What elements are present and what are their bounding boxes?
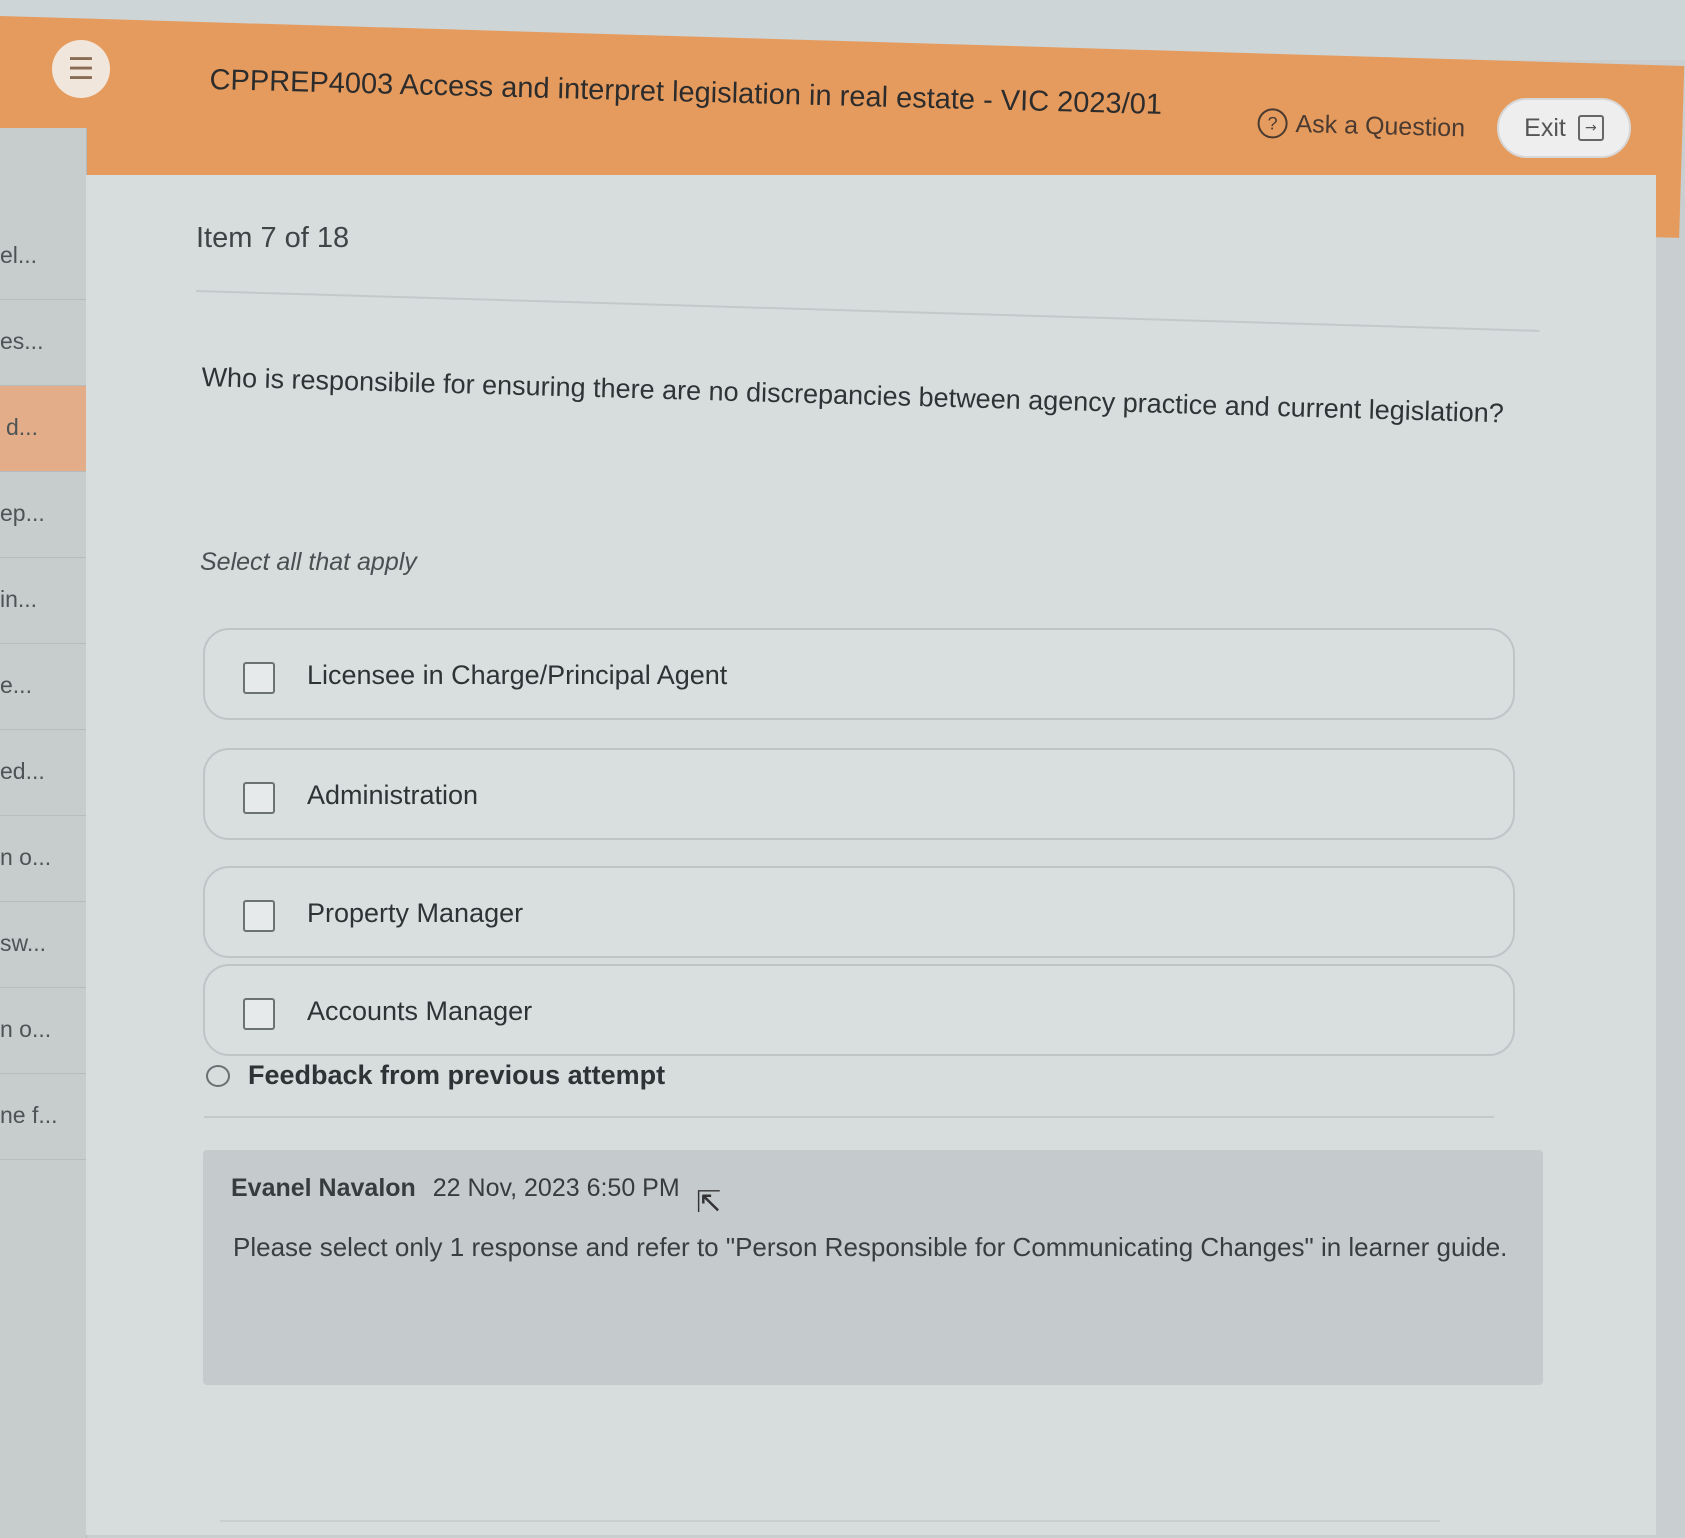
sidebar-item-11[interactable]: ne f... [0, 1074, 86, 1160]
sidebar-item-label: d... [6, 414, 38, 440]
sidebar-item-label: sw... [0, 930, 47, 956]
sidebar-item-label: n o... [0, 844, 52, 870]
checkbox[interactable] [243, 900, 275, 932]
instruction-text: Select all that apply [200, 548, 417, 576]
item-counter: Item 7 of 18 [196, 222, 350, 254]
option-label: Licensee in Charge/Principal Agent [307, 660, 728, 690]
feedback-meta: Evanel Navalon 22 Nov, 2023 6:50 PM [231, 1174, 680, 1203]
sidebar-item-label: el... [0, 242, 38, 268]
checkbox[interactable] [243, 662, 275, 694]
bottom-divider [220, 1520, 1440, 1522]
mouse-cursor-icon: ⇱ [696, 1185, 722, 1220]
answer-option[interactable]: Accounts Manager [203, 964, 1515, 1056]
answer-option[interactable]: Administration [203, 748, 1515, 840]
feedback-author: Evanel Navalon [231, 1174, 416, 1202]
sidebar-item-3-active[interactable]: d... [0, 386, 86, 472]
sidebar-item-label: n o... [0, 1016, 52, 1042]
ask-question-label: Ask a Question [1295, 109, 1466, 142]
sidebar-item-10[interactable]: n o... [0, 988, 86, 1074]
sidebar-item-label: e... [0, 672, 32, 698]
feedback-divider [204, 1116, 1494, 1118]
checkbox[interactable] [243, 782, 275, 814]
sidebar-item-8[interactable]: n o... [0, 816, 86, 902]
sidebar-item-label: ed... [0, 758, 45, 784]
hamburger-menu-icon: ☰ [67, 51, 95, 87]
sidebar-item-label: ne f... [0, 1102, 58, 1128]
option-label: Administration [307, 780, 479, 810]
sidebar-item-4[interactable]: ep... [0, 472, 86, 558]
exit-button[interactable]: Exit → [1497, 98, 1631, 158]
checkbox[interactable] [243, 998, 275, 1030]
sidebar-item-2[interactable]: es... [0, 300, 86, 386]
hamburger-menu-button[interactable]: ☰ [52, 40, 110, 98]
option-label: Property Manager [307, 898, 524, 928]
feedback-toggle-label: Feedback from previous attempt [248, 1060, 666, 1090]
sidebar-item-label: es... [0, 328, 44, 354]
feedback-timestamp: 22 Nov, 2023 6:50 PM [432, 1174, 680, 1202]
feedback-panel: Evanel Navalon 22 Nov, 2023 6:50 PM Plea… [203, 1150, 1543, 1385]
feedback-text: Please select only 1 response and refer … [233, 1232, 1508, 1262]
sidebar-item-5[interactable]: in... [0, 558, 86, 644]
feedback-toggle[interactable]: Feedback from previous attempt [206, 1060, 665, 1091]
sidebar-item-7[interactable]: ed... [0, 730, 86, 816]
answer-option[interactable]: Property Manager [203, 866, 1515, 958]
answer-option[interactable]: Licensee in Charge/Principal Agent [203, 628, 1515, 720]
sidebar-item-1[interactable]: el... [0, 214, 86, 300]
exit-icon: → [1577, 115, 1604, 141]
sidebar-item-6[interactable]: e... [0, 644, 86, 730]
sidebar-item-9[interactable]: sw... [0, 902, 86, 988]
exit-label: Exit [1524, 113, 1566, 142]
ask-question-button[interactable]: ? Ask a Question [1257, 108, 1465, 143]
question-circle-icon: ? [1257, 108, 1288, 139]
speech-bubble-icon [206, 1064, 230, 1087]
sidebar-item-label: ep... [0, 500, 45, 526]
sidebar-item-label: in... [0, 586, 38, 612]
option-label: Accounts Manager [307, 996, 533, 1026]
sidebar: el... es... d... ep... in... e... ed... … [0, 128, 87, 1538]
